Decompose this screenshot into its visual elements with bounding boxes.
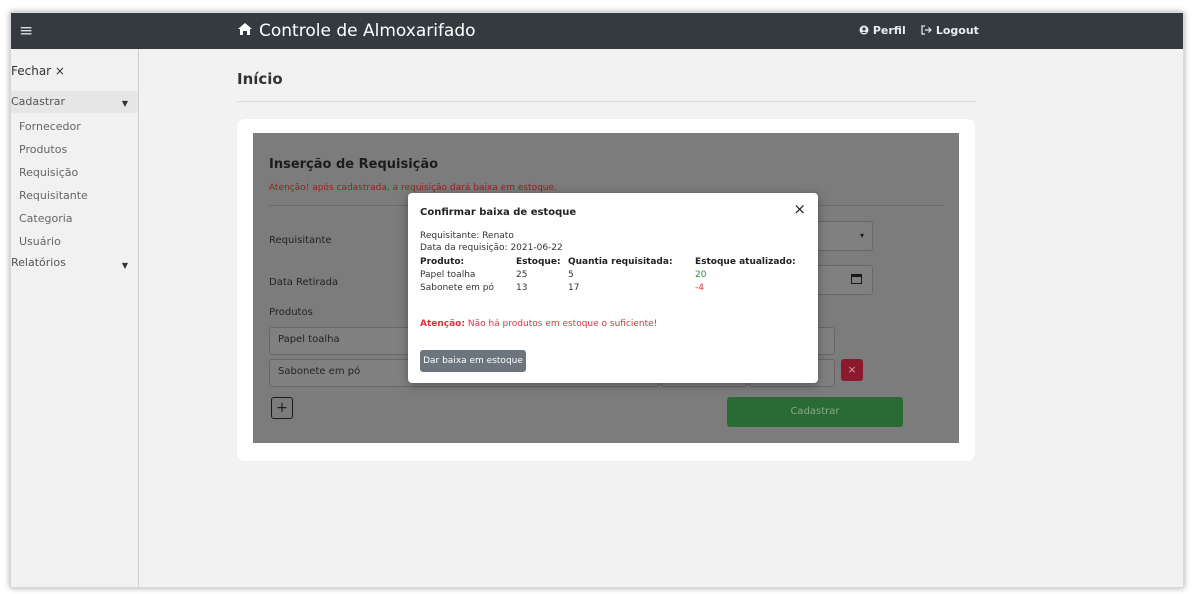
table-header-estoque: Estoque: <box>516 257 561 267</box>
close-icon[interactable]: × <box>793 200 806 218</box>
brand-title: Controle de Almoxarifado <box>259 21 476 41</box>
row-1-estoque: 25 <box>516 270 528 280</box>
stock-warning: Atenção: Não há produtos em estoque o su… <box>420 319 657 329</box>
sidebar-item-label: Cadastrar <box>11 95 65 108</box>
caret-down-icon: ▼ <box>121 99 128 108</box>
row-2-atualizado: -4 <box>695 283 704 293</box>
caret-down-icon: ▼ <box>121 261 128 270</box>
sidebar-item-cadastrar[interactable]: Cadastrar ▼ <box>11 91 138 113</box>
produto-value: Papel toalha <box>278 334 340 345</box>
sidebar-item-label: Relatórios <box>11 256 66 269</box>
page-title: Início <box>237 70 283 88</box>
sign-out-icon <box>921 24 936 37</box>
table-header-quantia: Quantia requisitada: <box>568 257 673 267</box>
produtos-label: Produtos <box>269 307 313 318</box>
calendar-icon[interactable] <box>851 273 862 287</box>
home-icon <box>237 20 253 42</box>
modal-requisitante: Requisitante: Renato <box>420 231 514 241</box>
row-2-produto: Sabonete em pó <box>420 283 494 293</box>
data-retirada-label: Data Retirada <box>269 277 339 288</box>
dar-baixa-button[interactable]: Dar baixa em estoque <box>420 350 526 372</box>
caret-down-icon: ▾ <box>859 231 864 240</box>
produto-value: Sabonete em pó <box>278 366 361 377</box>
cadastrar-button[interactable]: Cadastrar <box>727 397 903 427</box>
sidebar-close[interactable]: Fechar × <box>11 63 138 79</box>
top-navbar: ≡ Controle de Almoxarifado Perfil Logout <box>11 13 1183 49</box>
row-2-estoque: 13 <box>516 283 528 293</box>
stock-warning-label: Atenção: <box>420 319 465 329</box>
table-header-atualizado: Estoque atualizado: <box>695 257 796 267</box>
stock-warning-text: Não há produtos em estoque o suficiente! <box>467 319 658 329</box>
brand-link[interactable]: Controle de Almoxarifado <box>237 20 476 42</box>
row-2-quantia: 17 <box>568 283 580 293</box>
hamburger-icon[interactable]: ≡ <box>19 21 33 41</box>
row-1-quantia: 5 <box>568 270 574 280</box>
confirm-modal: Confirmar baixa de estoque × Requisitant… <box>408 193 818 383</box>
add-product-button[interactable]: + <box>271 397 293 419</box>
form-title: Inserção de Requisição <box>269 157 439 172</box>
modal-title: Confirmar baixa de estoque <box>420 207 577 218</box>
sidebar-item-fornecedor[interactable]: Fornecedor <box>11 119 138 135</box>
sidebar-item-relatorios[interactable]: Relatórios ▼ <box>11 255 138 271</box>
sidebar-item-requisitante[interactable]: Requisitante <box>11 188 138 204</box>
sidebar-item-categoria[interactable]: Categoria <box>11 211 138 227</box>
logout-link[interactable]: Logout <box>921 24 979 38</box>
sidebar: Fechar × Cadastrar ▼ Fornecedor Produtos… <box>11 49 139 587</box>
row-1-atualizado: 20 <box>695 270 707 280</box>
browser-viewport: ≡ Controle de Almoxarifado Perfil Logout… <box>10 12 1184 588</box>
logout-label: Logout <box>935 24 979 37</box>
perfil-link[interactable]: Perfil <box>859 24 906 38</box>
sidebar-item-requisicao[interactable]: Requisição <box>11 165 138 181</box>
user-circle-icon <box>859 24 873 37</box>
table-header-produto: Produto: <box>420 257 465 267</box>
perfil-label: Perfil <box>872 24 906 37</box>
divider <box>237 101 977 102</box>
row-1-produto: Papel toalha <box>420 270 476 280</box>
sidebar-item-usuario[interactable]: Usuário <box>11 234 138 250</box>
form-warning: Atenção! após cadastrada, a requisição d… <box>269 183 557 193</box>
requisitante-label: Requisitante <box>269 235 332 246</box>
remove-product-button[interactable]: × <box>841 359 863 381</box>
sidebar-item-produtos[interactable]: Produtos <box>11 142 138 158</box>
modal-data: Data da requisição: 2021-06-22 <box>420 243 563 253</box>
